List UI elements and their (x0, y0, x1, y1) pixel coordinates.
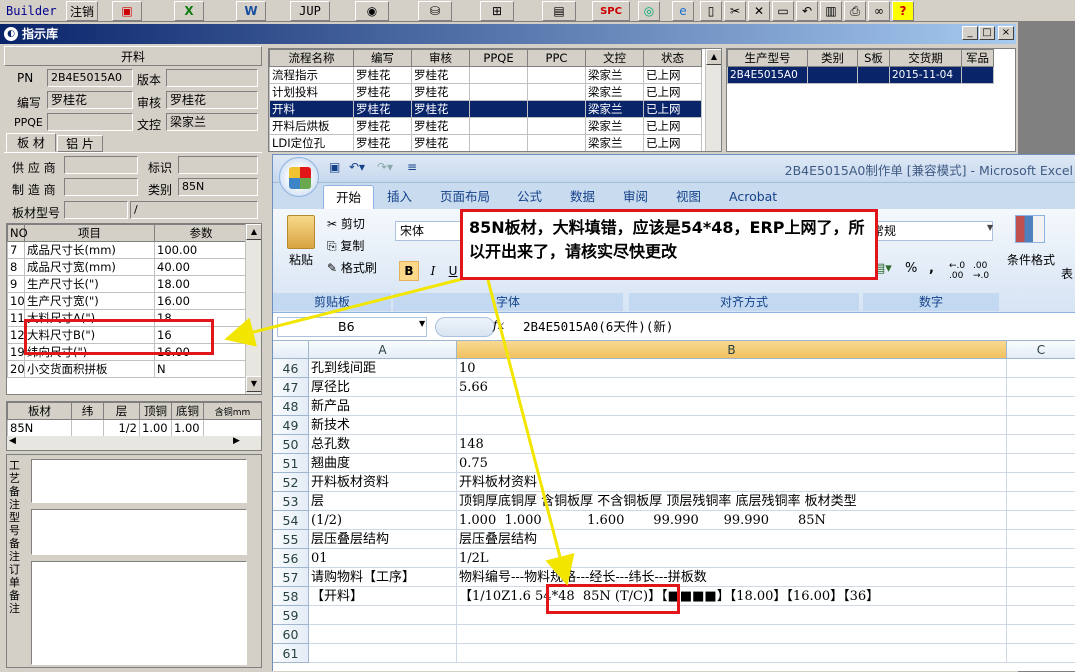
annotation-callout: 85N板材，大料填错，应该是54*48，ERP上网了，所以开出来了，请核实尽快更… (460, 209, 878, 280)
arrow-to-size-fields (224, 275, 471, 347)
office-button[interactable] (279, 157, 319, 197)
office-logo-icon (289, 167, 311, 189)
arrow-to-spec-cell (486, 279, 575, 586)
annotation-arrows (224, 275, 575, 586)
